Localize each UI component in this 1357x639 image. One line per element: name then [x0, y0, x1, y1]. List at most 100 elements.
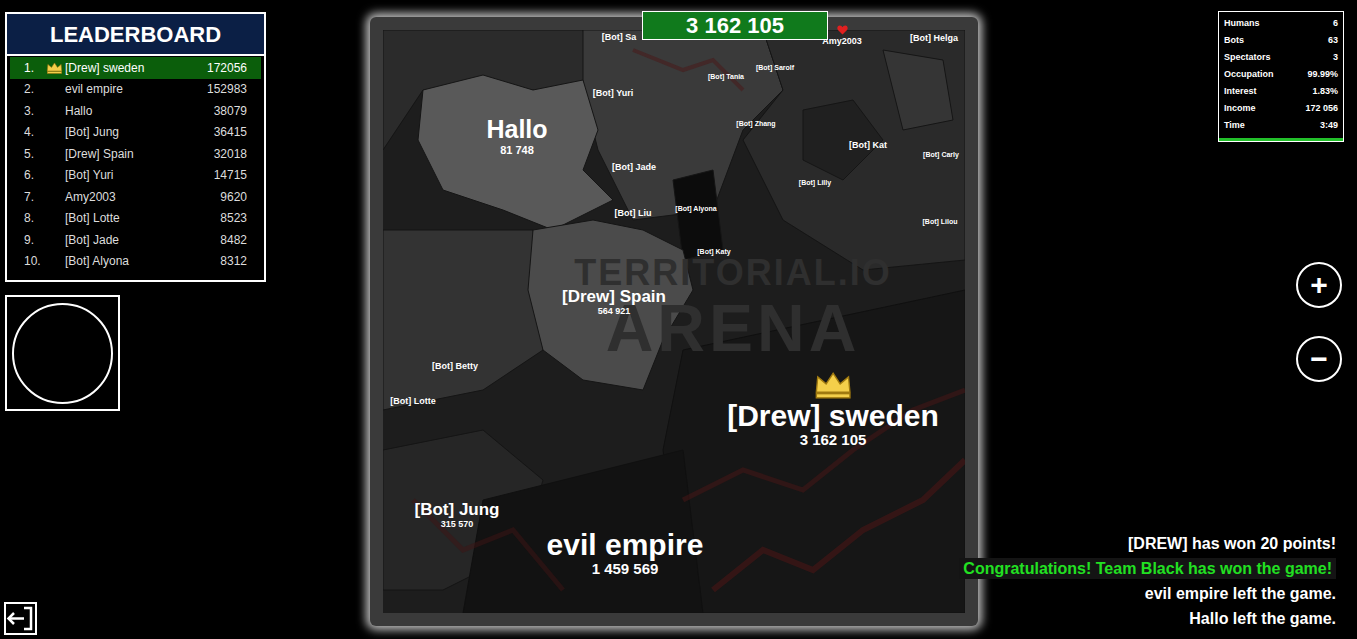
leaderboard-score: 36415 — [214, 123, 261, 141]
stats-label: Interest — [1224, 87, 1257, 96]
stats-row: Income172 056 — [1224, 100, 1338, 117]
stats-label: Spectators — [1224, 53, 1271, 62]
leaderboard-name: [Bot] Jade — [65, 231, 220, 249]
stats-label: Bots — [1224, 36, 1244, 45]
watermark-text: TERRITORIAL.IO — [574, 255, 891, 291]
label-crown-slot — [812, 371, 854, 399]
player-label[interactable]: [Bot] Lilou — [923, 218, 958, 226]
player-name: [Bot] Sarolf — [756, 64, 794, 72]
map-labels: [Bot] Sa Amy2003 [Bot] Helga [Bot] Tania [Bo… — [383, 30, 965, 613]
stats-row: Interest1.83% — [1224, 83, 1338, 100]
player-label[interactable]: [Bot] Kat — [849, 141, 887, 151]
player-score: 315 570 — [441, 519, 474, 529]
player-label[interactable]: [Bot] Carly — [923, 151, 959, 159]
leaderboard-row[interactable]: 9. [Bot] Jade8482 — [10, 229, 261, 251]
leaderboard-rank: 2. — [10, 80, 46, 98]
stats-fill — [1219, 138, 1343, 141]
player-label[interactable]: [Bot] Katy — [697, 248, 730, 256]
player-label[interactable]: [Drew] sweden3 162 105 — [727, 371, 939, 449]
player-label[interactable]: [Bot] Jung315 570 — [415, 501, 500, 530]
zoom-button[interactable]: − — [1296, 336, 1342, 382]
player-label[interactable]: Amy2003 — [822, 37, 862, 47]
leaderboard-rank: 1. — [10, 59, 46, 77]
leaderboard-row[interactable]: 4.[Bot] Jung36415 — [10, 122, 261, 144]
message: evil empire left the game. — [1145, 583, 1336, 604]
player-label[interactable]: [Bot] Tania — [708, 73, 744, 81]
leaderboard-name: [Bot] Alyona — [65, 252, 220, 270]
message-feed: [DREW] has won 20 points! Congratulations… — [959, 533, 1336, 629]
stats-row: Bots63 — [1224, 32, 1338, 49]
leaderboard-row[interactable]: 7.Amy20039620 — [10, 186, 261, 208]
player-name: [Bot] Liu — [615, 209, 652, 219]
minimap-circle — [12, 303, 113, 404]
map[interactable]: TERRITORIAL.IOARENA [Bot] SaAmy2003[Bot]… — [383, 30, 965, 613]
player-label[interactable]: [Bot] Alyona — [675, 205, 716, 213]
player-name: [Bot] Carly — [923, 151, 959, 159]
exit-icon[interactable] — [4, 602, 37, 635]
leaderboard-row[interactable]: 8.[Bot] Lotte8523 — [10, 208, 261, 230]
leaderboard-name: evil empire — [65, 80, 207, 98]
leaderboard-rank: 3. — [10, 102, 46, 120]
player-name: [Bot] Tania — [708, 73, 744, 81]
leaderboard-rank: 10. — [10, 252, 46, 270]
player-label[interactable]: [Bot] Lilly — [799, 179, 831, 187]
player-label[interactable]: evil empire1 459 569 — [547, 528, 704, 578]
stats-value: 3 — [1333, 53, 1338, 62]
player-name: Amy2003 — [822, 37, 862, 47]
crown-slot — [46, 62, 65, 74]
leaderboard-score: 8482 — [220, 231, 261, 249]
top-score: 3 162 105 — [642, 11, 828, 40]
player-label[interactable]: [Bot] Lotte — [390, 397, 435, 407]
game-screen: TERRITORIAL.IOARENA [Bot] SaAmy2003[Bot]… — [0, 0, 1357, 639]
player-label[interactable]: [Bot] Helga — [910, 34, 958, 44]
player-label[interactable]: [Bot] Liu — [615, 209, 652, 219]
stats-label: Occupation — [1224, 70, 1274, 79]
leaderboard-rank: 6. — [10, 166, 46, 184]
stats-value: 3:49 — [1320, 121, 1338, 130]
stats-track — [1219, 138, 1343, 141]
player-score: 3 162 105 — [800, 432, 867, 449]
player-name: [Bot] Yuri — [593, 89, 633, 99]
stats-value: 172 056 — [1305, 104, 1338, 113]
stats-label: Time — [1224, 121, 1245, 130]
player-label[interactable]: [Bot] Zhang — [736, 120, 775, 128]
player-label[interactable]: [Bot] Betty — [432, 362, 478, 372]
zoom-label: + — [1310, 270, 1328, 300]
player-label[interactable]: [Bot] Jade — [612, 163, 656, 173]
leaderboard-name: [Bot] Yuri — [65, 166, 214, 184]
leaderboard-row[interactable]: 10.[Bot] Alyona8312 — [10, 251, 261, 273]
stats-row: Humans6 — [1224, 15, 1338, 32]
leaderboard: LEADERBOARD 1.[Drew] sweden1720562.evil … — [5, 12, 266, 282]
leaderboard-row[interactable]: 6. [Bot] Yuri14715 — [10, 165, 261, 187]
player-label[interactable]: [Bot] Sa — [602, 33, 637, 43]
leaderboard-score: 32018 — [214, 145, 261, 163]
zoom-button[interactable]: + — [1296, 262, 1342, 308]
leaderboard-score: 14715 — [214, 166, 261, 184]
player-label[interactable]: Hallo81 748 — [486, 116, 547, 156]
crown-icon — [46, 62, 63, 74]
stats-row: Time 3:49 — [1224, 117, 1338, 134]
leaderboard-row[interactable]: 1.[Drew] sweden172056 — [10, 57, 261, 79]
leaderboard-row[interactable]: 3.Hallo38079 — [10, 100, 261, 122]
player-name: [Bot] Jade — [612, 163, 656, 173]
player-label[interactable]: [Bot] Sarolf — [756, 64, 794, 72]
player-name: [Drew] sweden — [727, 399, 939, 432]
player-label[interactable]: [Drew] Spain564 921 — [562, 288, 666, 317]
leaderboard-score: 152983 — [207, 80, 261, 98]
player-name: [Drew] Spain — [562, 288, 666, 307]
leaderboard-score: 172056 — [207, 59, 261, 77]
stats-row: Spectators 3 — [1224, 49, 1338, 66]
message: Congratulations! Team Black has won the … — [959, 558, 1336, 579]
player-name: Hallo — [486, 116, 547, 144]
minimap[interactable] — [5, 295, 120, 411]
message: [DREW] has won 20 points! — [1128, 533, 1336, 554]
zoom-label: − — [1310, 344, 1328, 374]
player-name: [Bot] Zhang — [736, 120, 775, 128]
player-name: [Bot] Lotte — [390, 397, 435, 407]
leaderboard-rows: 1.[Drew] sweden1720562. evil empire152983… — [7, 56, 264, 272]
leaderboard-rank: 9. — [10, 231, 46, 249]
leaderboard-row[interactable]: 2. evil empire152983 — [10, 79, 261, 101]
player-label[interactable]: [Bot] Yuri — [593, 89, 633, 99]
player-name: [Bot] Alyona — [675, 205, 716, 213]
leaderboard-row[interactable]: 5.[Drew] Spain32018 — [10, 143, 261, 165]
